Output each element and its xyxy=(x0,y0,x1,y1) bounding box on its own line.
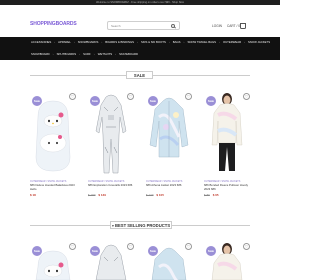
product-image-balaclava[interactable]: Sale ♡ xyxy=(30,237,76,280)
product-title[interactable]: 686 Bonded Fleece Pullover Hoody 2023 68… xyxy=(204,184,250,191)
nav-item-snow-travel-bags[interactable]: SNOW TRAVEL BAGS xyxy=(187,40,219,44)
sale-product-grid: Sale ♡ OUTERWEAR / SNOW JACKETS 686 Delu… xyxy=(30,87,250,197)
product-card[interactable]: Sale ♡ OUTERWEAR / SNOW JACKETS 686 Bond… xyxy=(204,87,250,197)
best-selling-section-heading: ♥BEST SELLING PRODUCTS xyxy=(0,221,280,229)
product-price: $ 89 $ 65 xyxy=(204,193,250,197)
product-card[interactable]: Sale ♡ xyxy=(204,237,250,280)
nav-item-apparel[interactable]: APPAREL xyxy=(58,40,74,44)
sale-badge: Sale xyxy=(206,246,216,256)
nav-row-2: SNOWBOARD › SPLITBOARDS › SURF › WETSUITS › … xyxy=(31,52,141,56)
sale-price: $ 139 xyxy=(98,192,106,197)
product-category[interactable]: OUTERWEAR / SNOW JACKETS xyxy=(30,180,76,183)
product-image-balaclava[interactable]: Sale ♡ xyxy=(30,87,76,177)
sale-price: $ 65 xyxy=(212,192,219,197)
product-category[interactable]: OUTERWEAR / SNOW JACKETS xyxy=(204,180,250,183)
sale-section-heading: SALE xyxy=(0,71,280,79)
product-card[interactable]: Sale ♡ OUTERWEAR / SNOW JACKETS 686 Athe… xyxy=(146,87,192,197)
product-image-hoody[interactable]: Sale ♡ xyxy=(204,237,250,280)
original-price: $ 189 xyxy=(88,192,96,197)
login-link[interactable]: LOGIN xyxy=(212,24,222,28)
best-selling-heading-label: ♥BEST SELLING PRODUCTS xyxy=(110,221,172,229)
product-card[interactable]: Sale ♡ xyxy=(88,237,134,280)
wishlist-heart-icon[interactable]: ♡ xyxy=(243,93,250,100)
product-category[interactable]: OUTERWEAR / SNOW JACKETS xyxy=(88,180,134,183)
sale-price: $ 105 xyxy=(156,192,164,197)
original-price: $ 89 xyxy=(204,192,210,197)
product-card[interactable]: Sale ♡ xyxy=(146,237,192,280)
sale-badge: Sale xyxy=(90,96,100,106)
site-header: SHOPPINGBOARDS LOGIN CART / 0 xyxy=(0,5,280,37)
original-price: $ 139 xyxy=(146,192,154,197)
site-logo[interactable]: SHOPPINGBOARDS xyxy=(30,21,77,27)
product-image-jacket[interactable]: Sale ♡ xyxy=(146,87,192,177)
nav-item-boards-bindings[interactable]: BOARDS & BINDINGS xyxy=(105,40,137,44)
nav-item-snowboard[interactable]: SNOWBOARD xyxy=(31,52,53,56)
nav-item-splitboards[interactable]: SPLITBOARDS xyxy=(57,52,80,56)
sale-badge: Sale xyxy=(90,246,100,256)
product-price: $ 139 $ 105 xyxy=(146,193,192,197)
product-title[interactable]: 686 Exploration Coveralls 2023 686 xyxy=(88,184,134,191)
wishlist-heart-icon[interactable]: ♡ xyxy=(69,243,76,250)
product-image-jacket[interactable]: Sale ♡ xyxy=(146,237,192,280)
search-box[interactable] xyxy=(107,21,180,30)
cart-link[interactable]: CART / 0 xyxy=(227,24,240,28)
best-selling-product-grid: Sale ♡ Sale ♡ Sale ♡ Sale ♡ xyxy=(30,237,250,280)
nav-item-snow-jackets[interactable]: SNOW JACKETS xyxy=(248,40,273,44)
wishlist-heart-icon[interactable]: ♡ xyxy=(127,243,134,250)
nav-item-skateboard[interactable]: SKATEBOARD xyxy=(119,52,141,56)
product-card[interactable]: Sale ♡ xyxy=(30,237,76,280)
wishlist-heart-icon[interactable]: ♡ xyxy=(185,93,192,100)
wishlist-heart-icon[interactable]: ♡ xyxy=(185,243,192,250)
nav-row-1: ACCESSORIES › APPAREL › SNOWBOARDS › BOARDS… xyxy=(31,40,273,44)
product-title[interactable]: 686 Athena Jacket 2023 686 xyxy=(146,184,192,191)
heart-icon: ♥ xyxy=(111,224,114,228)
search-icon[interactable] xyxy=(171,23,175,28)
product-price: $ 18 xyxy=(30,193,76,197)
product-image-hoody[interactable]: Sale ♡ xyxy=(204,87,250,177)
sale-badge: Sale xyxy=(32,96,42,106)
nav-item-outerwear[interactable]: OUTERWEAR xyxy=(223,40,244,44)
sale-badge: Sale xyxy=(206,96,216,106)
wishlist-heart-icon[interactable]: ♡ xyxy=(243,243,250,250)
nav-item-wetsuits[interactable]: WETSUITS xyxy=(98,52,115,56)
sale-badge: Sale xyxy=(148,96,158,106)
product-image-coveralls[interactable]: Sale ♡ xyxy=(88,87,134,177)
main-nav: ACCESSORIES › APPAREL › SNOWBOARDS › BOARDS… xyxy=(0,37,280,60)
nav-item-accessories[interactable]: ACCESSORIES xyxy=(31,40,54,44)
product-category[interactable]: OUTERWEAR / SNOW JACKETS xyxy=(146,180,192,183)
product-title[interactable]: 686 Deluxe Hooded Balaclava 2023 Hello xyxy=(30,184,76,191)
announcement-text: Welcome to SNOWBOARDZ - Free shipping on… xyxy=(96,1,184,4)
product-card[interactable]: Sale ♡ OUTERWEAR / SNOW JACKETS 686 Expl… xyxy=(88,87,134,197)
product-card[interactable]: Sale ♡ OUTERWEAR / SNOW JACKETS 686 Delu… xyxy=(30,87,76,197)
sale-price: $ 18 xyxy=(30,192,36,197)
nav-item-surf[interactable]: SURF xyxy=(83,52,94,56)
nav-item-bags[interactable]: BAGS xyxy=(173,40,184,44)
cart-icon[interactable] xyxy=(240,22,246,29)
nav-item-snowboards[interactable]: SNOWBOARDS xyxy=(78,40,102,44)
product-price: $ 189 $ 139 xyxy=(88,193,134,197)
wishlist-heart-icon[interactable]: ♡ xyxy=(69,93,76,100)
sale-heading-label: SALE xyxy=(126,71,153,79)
nav-item-skis[interactable]: SKIS & SKI BOOTS xyxy=(141,40,169,44)
sale-badge: Sale xyxy=(32,246,42,256)
sale-badge: Sale xyxy=(148,246,158,256)
product-image-coveralls[interactable]: Sale ♡ xyxy=(88,237,134,280)
search-input[interactable] xyxy=(111,23,166,29)
wishlist-heart-icon[interactable]: ♡ xyxy=(127,93,134,100)
